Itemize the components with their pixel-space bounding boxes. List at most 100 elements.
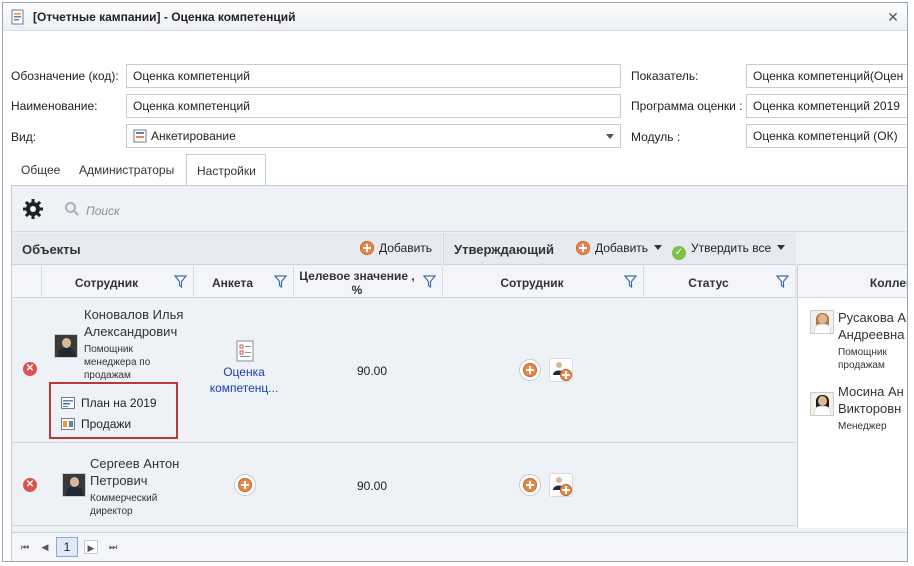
plus-icon <box>523 363 537 377</box>
column-header-actions <box>12 266 42 298</box>
objects-header: Объекты Добавить <box>12 233 442 265</box>
add-form-button[interactable] <box>234 474 256 496</box>
colleagues-header-spacer <box>797 233 907 265</box>
approve-all-label: Утвердить все <box>691 241 772 255</box>
approvers-add-button[interactable]: Добавить <box>576 241 663 255</box>
program-field[interactable]: Оценка компетенций 2019 <box>746 94 907 118</box>
tab-administrators[interactable]: Администраторы <box>69 154 184 186</box>
column-header-approver-employee[interactable]: Сотрудник <box>443 266 644 298</box>
employee-position: Помощник <box>84 344 133 355</box>
title-bar: [Отчетные кампании] - Оценка компетенций… <box>3 3 907 31</box>
tab-general[interactable]: Общее <box>11 154 70 186</box>
code-field[interactable]: Оценка компетенций <box>126 64 621 88</box>
plan-item[interactable]: План на 2019 <box>61 396 157 410</box>
employee-name-line2: Петрович <box>90 473 148 488</box>
employee-position: Коммерческий <box>90 493 158 504</box>
name-field[interactable]: Оценка компетенций <box>126 94 621 118</box>
employee-position-line3: продажам <box>84 370 131 381</box>
form-link[interactable]: Оценка компетенц... <box>202 364 286 396</box>
tab-settings[interactable]: Настройки <box>186 154 266 186</box>
department-label: Продажи <box>81 417 132 431</box>
questionnaire-icon <box>133 129 147 143</box>
plus-icon <box>238 478 252 492</box>
objects-title: Объекты <box>22 242 81 257</box>
department-item[interactable]: Продажи <box>61 417 131 431</box>
name-label: Наименование: <box>11 99 98 113</box>
target-value: 90.00 <box>357 479 388 493</box>
colleague-name: Русакова А <box>838 310 907 325</box>
target-label-line2: % <box>351 283 363 297</box>
objects-add-label: Добавить <box>379 241 433 255</box>
form-link-line2: компетенц... <box>209 381 279 395</box>
employee-name[interactable]: Сергеев Антон <box>90 455 179 472</box>
table-row: ✕ Коновалов Илья Александрович Помощник … <box>12 298 796 443</box>
employee-name[interactable]: Коновалов Илья <box>84 306 183 323</box>
delete-icon[interactable]: ✕ <box>23 362 37 376</box>
column-header-form[interactable]: Анкета <box>194 266 294 298</box>
employee-position-line2: менеджера по <box>84 357 151 368</box>
plus-icon <box>576 241 590 255</box>
column-header-status-label: Статус <box>688 276 729 290</box>
indicator-label: Показатель: <box>631 69 699 83</box>
plus-icon <box>523 478 537 492</box>
plan-icon <box>61 397 75 409</box>
colleague-position: Менеджер <box>838 421 887 432</box>
plus-icon <box>360 241 374 255</box>
add-user-button[interactable] <box>549 473 573 497</box>
column-header-employee[interactable]: Сотрудник <box>42 266 194 298</box>
close-icon[interactable]: ✕ <box>883 7 903 27</box>
module-label: Модуль : <box>631 130 681 144</box>
chevron-down-icon <box>654 245 663 250</box>
kind-label: Вид: <box>11 130 37 144</box>
settings-panel: Поиск Объекты Добавить Утверждающий Доба… <box>11 186 908 561</box>
target-value: 90.00 <box>357 364 388 378</box>
filter-icon[interactable] <box>174 275 187 288</box>
plus-icon <box>560 369 572 381</box>
toolbar: Поиск <box>12 186 907 232</box>
colleague-name-line2: Викторовн <box>838 401 902 416</box>
column-header-approver-employee-label: Сотрудник <box>500 276 564 290</box>
first-page-icon[interactable]: ⏮ <box>18 540 32 554</box>
column-header-colleagues-label: Коллег <box>869 276 908 290</box>
add-approver-button[interactable] <box>519 474 541 496</box>
gear-icon[interactable] <box>22 198 44 220</box>
avatar <box>810 310 834 334</box>
column-header-status[interactable]: Статус <box>644 266 796 298</box>
next-page-icon[interactable]: ▶ <box>84 540 98 554</box>
delete-icon[interactable]: ✕ <box>23 478 37 492</box>
column-header-target-label: Целевое значение ,% <box>294 269 420 297</box>
colleague-position-line2: продажам <box>838 360 885 371</box>
module-field[interactable]: Оценка компетенций (ОК) <box>746 124 907 148</box>
indicator-field[interactable]: Оценка компетенций(Оцен <box>746 64 907 88</box>
colleague-name-line2: Андреевна <box>838 327 905 342</box>
approvers-title: Утверждающий <box>454 242 555 257</box>
filter-icon[interactable] <box>776 275 789 288</box>
page-number[interactable]: 1 <box>56 537 78 557</box>
window-title: [Отчетные кампании] - Оценка компетенций <box>33 10 296 24</box>
filter-icon[interactable] <box>624 275 637 288</box>
plus-icon <box>560 484 572 496</box>
table-row: ✕ Сергеев Антон Петрович Коммерческий ди… <box>12 444 796 526</box>
search-input[interactable]: Поиск <box>86 204 120 218</box>
avatar <box>810 392 834 416</box>
objects-add-button[interactable]: Добавить <box>360 241 432 255</box>
chevron-down-icon <box>777 245 786 250</box>
filter-icon[interactable] <box>423 275 436 288</box>
last-page-icon[interactable]: ⏭ <box>106 540 120 554</box>
chevron-down-icon <box>606 134 614 139</box>
avatar <box>54 334 78 358</box>
column-header-target[interactable]: Целевое значение ,% <box>294 266 443 298</box>
avatar <box>62 473 86 497</box>
questionnaire-icon <box>236 340 254 362</box>
kind-select[interactable]: Анкетирование <box>126 124 621 148</box>
colleague-position: Помощник <box>838 347 887 358</box>
add-approver-button[interactable] <box>519 359 541 381</box>
column-header-colleagues[interactable]: Коллег <box>798 266 908 298</box>
prev-page-icon[interactable]: ◀ <box>38 540 52 554</box>
app-icon <box>11 9 24 25</box>
approve-all-button[interactable]: ✓ Утвердить все <box>672 241 786 260</box>
add-user-button[interactable] <box>549 358 573 382</box>
code-label: Обозначение (код): <box>11 69 119 83</box>
program-label: Программа оценки : <box>631 99 743 113</box>
filter-icon[interactable] <box>274 275 287 288</box>
